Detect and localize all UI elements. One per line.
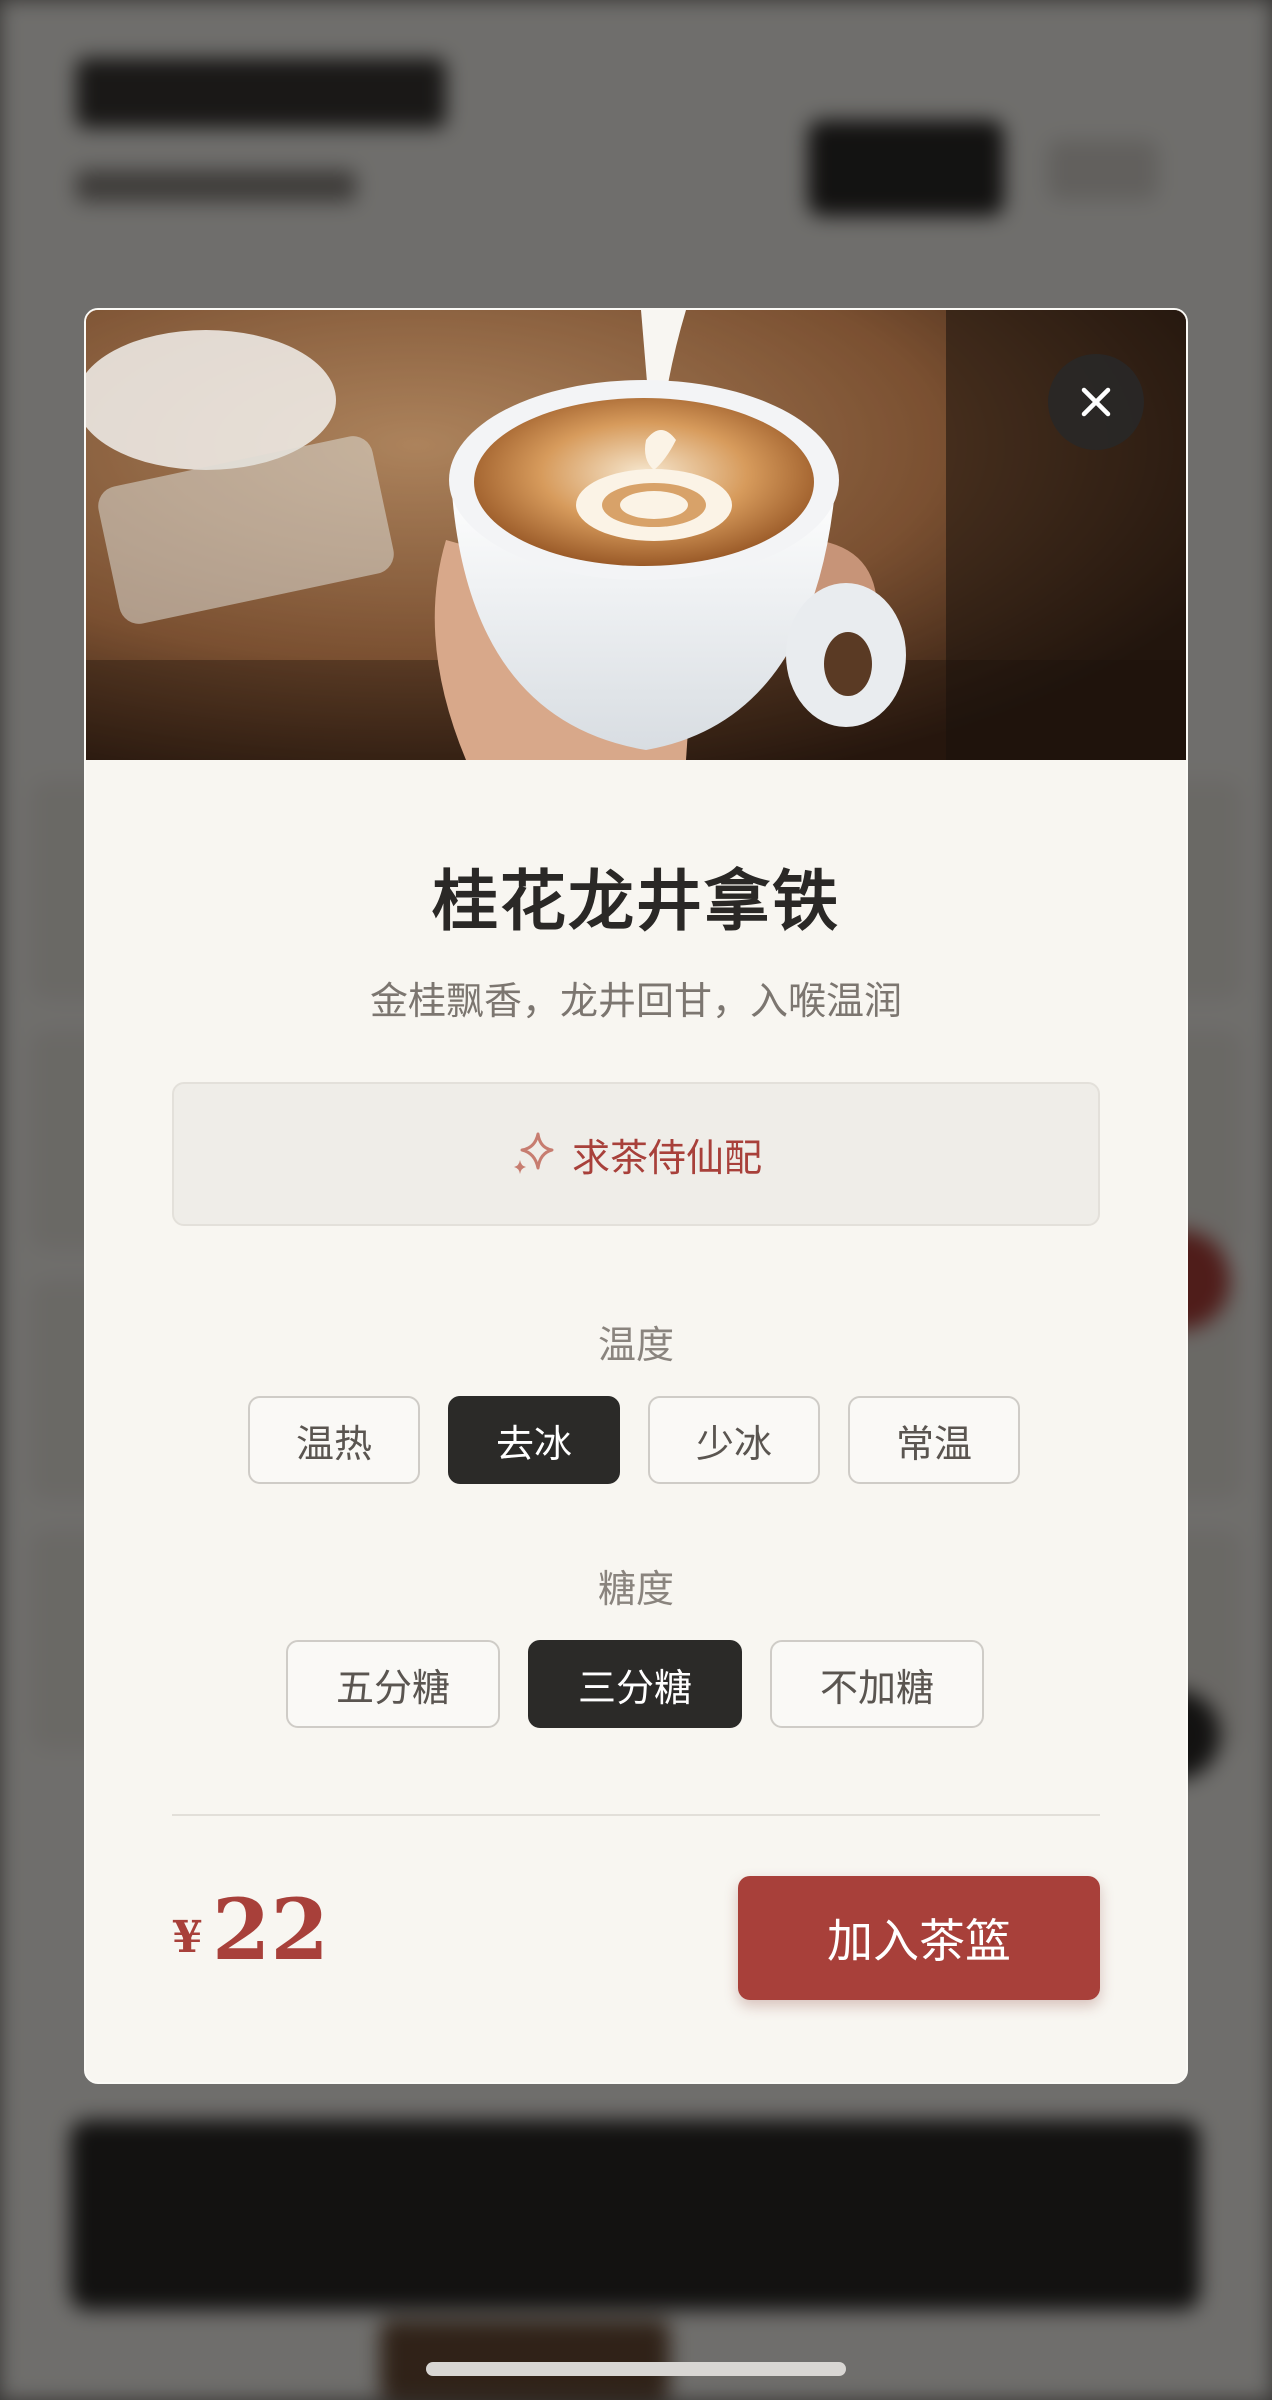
sugar-options: 五分糖 三分糖 不加糖 (286, 1640, 984, 1728)
home-indicator[interactable] (426, 2362, 846, 2376)
price-value: 22 (212, 1880, 329, 1979)
sugar-option-thirty[interactable]: 三分糖 (528, 1640, 742, 1728)
sugar-label: 糖度 (597, 1567, 674, 1611)
ai-pairing-button[interactable]: 求茶侍仙配 (172, 1082, 1100, 1226)
sparkle-icon (513, 1132, 554, 1174)
temperature-option-less-ice[interactable]: 少冰 (648, 1396, 820, 1484)
ai-pairing-label: 求茶侍仙配 (571, 1135, 762, 1180)
product-description: 金桂飘香，龙井回甘，入喉温润 (369, 979, 902, 1023)
product-detail-modal: 桂花龙井拿铁 金桂飘香，龙井回甘，入喉温润 求茶侍仙配 温度 温热 去冰 少冰 … (84, 308, 1188, 2084)
product-name: 桂花龙井拿铁 (432, 863, 840, 940)
close-button[interactable] (1048, 354, 1144, 450)
temperature-label: 温度 (597, 1323, 674, 1367)
temperature-options: 温热 去冰 少冰 常温 (248, 1396, 1020, 1484)
sugar-option-none[interactable]: 不加糖 (770, 1640, 984, 1728)
price-currency: ¥ (172, 1912, 203, 1963)
latte-art-illustration (86, 310, 1186, 760)
close-icon (1081, 387, 1111, 417)
temperature-option-warm[interactable]: 温热 (248, 1396, 420, 1484)
divider (172, 1814, 1100, 1816)
temperature-option-room[interactable]: 常温 (848, 1396, 1020, 1484)
product-hero-image (86, 310, 1186, 760)
temperature-option-no-ice[interactable]: 去冰 (448, 1396, 620, 1484)
sugar-option-half[interactable]: 五分糖 (286, 1640, 500, 1728)
add-to-cart-button[interactable]: 加入茶篮 (738, 1876, 1100, 2000)
